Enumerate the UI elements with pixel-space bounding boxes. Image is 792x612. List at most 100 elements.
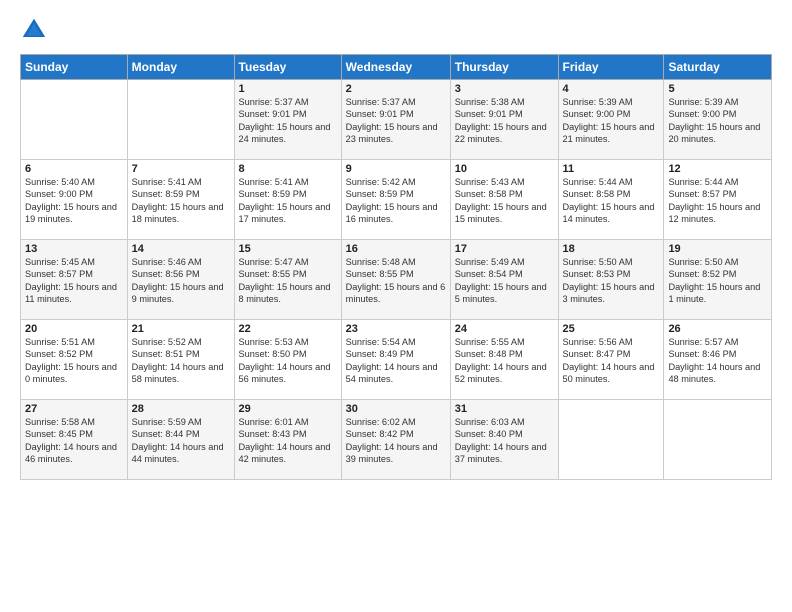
day-number: 2 bbox=[346, 83, 446, 95]
day-info: Sunrise: 5:49 AMSunset: 8:54 PMDaylight:… bbox=[455, 256, 554, 306]
calendar-cell bbox=[21, 80, 128, 160]
calendar-cell: 30Sunrise: 6:02 AMSunset: 8:42 PMDayligh… bbox=[341, 400, 450, 480]
weekday-header-friday: Friday bbox=[558, 55, 664, 80]
logo-icon bbox=[20, 16, 48, 44]
calendar-cell: 1Sunrise: 5:37 AMSunset: 9:01 PMDaylight… bbox=[234, 80, 341, 160]
calendar-cell: 22Sunrise: 5:53 AMSunset: 8:50 PMDayligh… bbox=[234, 320, 341, 400]
day-info: Sunrise: 5:51 AMSunset: 8:52 PMDaylight:… bbox=[25, 336, 123, 386]
day-info: Sunrise: 5:47 AMSunset: 8:55 PMDaylight:… bbox=[239, 256, 337, 306]
calendar-cell: 9Sunrise: 5:42 AMSunset: 8:59 PMDaylight… bbox=[341, 160, 450, 240]
calendar-cell: 24Sunrise: 5:55 AMSunset: 8:48 PMDayligh… bbox=[450, 320, 558, 400]
calendar-table: SundayMondayTuesdayWednesdayThursdayFrid… bbox=[20, 54, 772, 480]
logo bbox=[20, 16, 52, 44]
day-number: 19 bbox=[668, 243, 767, 255]
calendar-cell bbox=[127, 80, 234, 160]
day-number: 4 bbox=[563, 83, 660, 95]
day-number: 25 bbox=[563, 323, 660, 335]
day-number: 22 bbox=[239, 323, 337, 335]
week-row-1: 6Sunrise: 5:40 AMSunset: 9:00 PMDaylight… bbox=[21, 160, 772, 240]
calendar-cell: 23Sunrise: 5:54 AMSunset: 8:49 PMDayligh… bbox=[341, 320, 450, 400]
day-number: 15 bbox=[239, 243, 337, 255]
calendar-header: SundayMondayTuesdayWednesdayThursdayFrid… bbox=[21, 55, 772, 80]
calendar-cell: 3Sunrise: 5:38 AMSunset: 9:01 PMDaylight… bbox=[450, 80, 558, 160]
day-number: 17 bbox=[455, 243, 554, 255]
day-number: 9 bbox=[346, 163, 446, 175]
calendar-cell: 13Sunrise: 5:45 AMSunset: 8:57 PMDayligh… bbox=[21, 240, 128, 320]
day-number: 24 bbox=[455, 323, 554, 335]
calendar-cell: 8Sunrise: 5:41 AMSunset: 8:59 PMDaylight… bbox=[234, 160, 341, 240]
calendar-cell: 11Sunrise: 5:44 AMSunset: 8:58 PMDayligh… bbox=[558, 160, 664, 240]
day-number: 10 bbox=[455, 163, 554, 175]
weekday-header-tuesday: Tuesday bbox=[234, 55, 341, 80]
day-info: Sunrise: 5:56 AMSunset: 8:47 PMDaylight:… bbox=[563, 336, 660, 386]
day-number: 30 bbox=[346, 403, 446, 415]
calendar-cell: 12Sunrise: 5:44 AMSunset: 8:57 PMDayligh… bbox=[664, 160, 772, 240]
calendar-cell: 26Sunrise: 5:57 AMSunset: 8:46 PMDayligh… bbox=[664, 320, 772, 400]
week-row-4: 27Sunrise: 5:58 AMSunset: 8:45 PMDayligh… bbox=[21, 400, 772, 480]
day-number: 12 bbox=[668, 163, 767, 175]
day-info: Sunrise: 5:45 AMSunset: 8:57 PMDaylight:… bbox=[25, 256, 123, 306]
calendar-cell: 21Sunrise: 5:52 AMSunset: 8:51 PMDayligh… bbox=[127, 320, 234, 400]
calendar-cell: 5Sunrise: 5:39 AMSunset: 9:00 PMDaylight… bbox=[664, 80, 772, 160]
weekday-header-saturday: Saturday bbox=[664, 55, 772, 80]
day-number: 29 bbox=[239, 403, 337, 415]
day-info: Sunrise: 5:42 AMSunset: 8:59 PMDaylight:… bbox=[346, 176, 446, 226]
day-info: Sunrise: 5:41 AMSunset: 8:59 PMDaylight:… bbox=[132, 176, 230, 226]
calendar-cell: 16Sunrise: 5:48 AMSunset: 8:55 PMDayligh… bbox=[341, 240, 450, 320]
calendar-body: 1Sunrise: 5:37 AMSunset: 9:01 PMDaylight… bbox=[21, 80, 772, 480]
calendar-cell: 27Sunrise: 5:58 AMSunset: 8:45 PMDayligh… bbox=[21, 400, 128, 480]
calendar-cell: 28Sunrise: 5:59 AMSunset: 8:44 PMDayligh… bbox=[127, 400, 234, 480]
day-info: Sunrise: 5:48 AMSunset: 8:55 PMDaylight:… bbox=[346, 256, 446, 306]
day-number: 3 bbox=[455, 83, 554, 95]
day-info: Sunrise: 5:37 AMSunset: 9:01 PMDaylight:… bbox=[239, 96, 337, 146]
day-info: Sunrise: 5:40 AMSunset: 9:00 PMDaylight:… bbox=[25, 176, 123, 226]
day-info: Sunrise: 5:50 AMSunset: 8:52 PMDaylight:… bbox=[668, 256, 767, 306]
day-info: Sunrise: 5:38 AMSunset: 9:01 PMDaylight:… bbox=[455, 96, 554, 146]
header bbox=[20, 16, 772, 44]
day-number: 13 bbox=[25, 243, 123, 255]
calendar-cell: 25Sunrise: 5:56 AMSunset: 8:47 PMDayligh… bbox=[558, 320, 664, 400]
day-number: 5 bbox=[668, 83, 767, 95]
calendar-cell: 15Sunrise: 5:47 AMSunset: 8:55 PMDayligh… bbox=[234, 240, 341, 320]
calendar-cell: 17Sunrise: 5:49 AMSunset: 8:54 PMDayligh… bbox=[450, 240, 558, 320]
calendar-cell bbox=[558, 400, 664, 480]
day-number: 26 bbox=[668, 323, 767, 335]
day-number: 21 bbox=[132, 323, 230, 335]
day-info: Sunrise: 5:39 AMSunset: 9:00 PMDaylight:… bbox=[668, 96, 767, 146]
calendar-cell: 4Sunrise: 5:39 AMSunset: 9:00 PMDaylight… bbox=[558, 80, 664, 160]
day-number: 16 bbox=[346, 243, 446, 255]
day-info: Sunrise: 5:53 AMSunset: 8:50 PMDaylight:… bbox=[239, 336, 337, 386]
weekday-header-wednesday: Wednesday bbox=[341, 55, 450, 80]
calendar-cell: 19Sunrise: 5:50 AMSunset: 8:52 PMDayligh… bbox=[664, 240, 772, 320]
day-info: Sunrise: 5:55 AMSunset: 8:48 PMDaylight:… bbox=[455, 336, 554, 386]
weekday-header-monday: Monday bbox=[127, 55, 234, 80]
calendar-cell: 18Sunrise: 5:50 AMSunset: 8:53 PMDayligh… bbox=[558, 240, 664, 320]
week-row-0: 1Sunrise: 5:37 AMSunset: 9:01 PMDaylight… bbox=[21, 80, 772, 160]
day-info: Sunrise: 5:58 AMSunset: 8:45 PMDaylight:… bbox=[25, 416, 123, 466]
day-number: 31 bbox=[455, 403, 554, 415]
day-info: Sunrise: 5:57 AMSunset: 8:46 PMDaylight:… bbox=[668, 336, 767, 386]
day-number: 18 bbox=[563, 243, 660, 255]
day-info: Sunrise: 6:02 AMSunset: 8:42 PMDaylight:… bbox=[346, 416, 446, 466]
day-number: 27 bbox=[25, 403, 123, 415]
day-info: Sunrise: 5:54 AMSunset: 8:49 PMDaylight:… bbox=[346, 336, 446, 386]
day-number: 11 bbox=[563, 163, 660, 175]
day-info: Sunrise: 5:46 AMSunset: 8:56 PMDaylight:… bbox=[132, 256, 230, 306]
day-info: Sunrise: 6:01 AMSunset: 8:43 PMDaylight:… bbox=[239, 416, 337, 466]
calendar-cell: 6Sunrise: 5:40 AMSunset: 9:00 PMDaylight… bbox=[21, 160, 128, 240]
calendar-cell bbox=[664, 400, 772, 480]
day-number: 14 bbox=[132, 243, 230, 255]
day-info: Sunrise: 5:43 AMSunset: 8:58 PMDaylight:… bbox=[455, 176, 554, 226]
day-info: Sunrise: 5:37 AMSunset: 9:01 PMDaylight:… bbox=[346, 96, 446, 146]
day-info: Sunrise: 5:59 AMSunset: 8:44 PMDaylight:… bbox=[132, 416, 230, 466]
calendar-cell: 20Sunrise: 5:51 AMSunset: 8:52 PMDayligh… bbox=[21, 320, 128, 400]
day-info: Sunrise: 6:03 AMSunset: 8:40 PMDaylight:… bbox=[455, 416, 554, 466]
day-number: 23 bbox=[346, 323, 446, 335]
day-info: Sunrise: 5:39 AMSunset: 9:00 PMDaylight:… bbox=[563, 96, 660, 146]
page: SundayMondayTuesdayWednesdayThursdayFrid… bbox=[0, 0, 792, 612]
day-info: Sunrise: 5:41 AMSunset: 8:59 PMDaylight:… bbox=[239, 176, 337, 226]
day-number: 20 bbox=[25, 323, 123, 335]
weekday-header-sunday: Sunday bbox=[21, 55, 128, 80]
day-info: Sunrise: 5:52 AMSunset: 8:51 PMDaylight:… bbox=[132, 336, 230, 386]
calendar-cell: 10Sunrise: 5:43 AMSunset: 8:58 PMDayligh… bbox=[450, 160, 558, 240]
